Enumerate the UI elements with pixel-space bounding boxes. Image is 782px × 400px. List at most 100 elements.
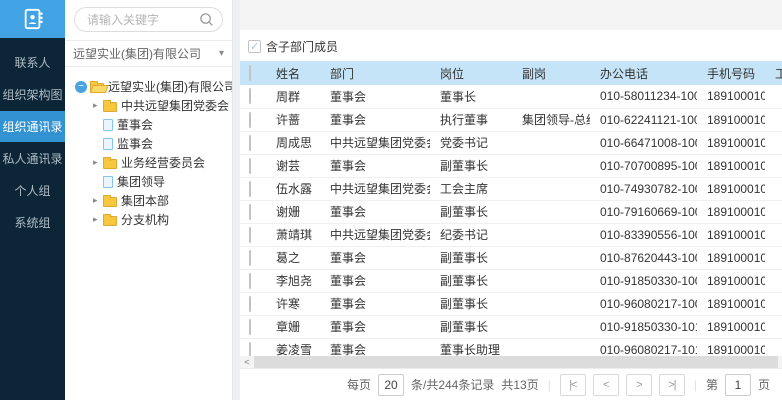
cell-sub-position <box>512 246 590 269</box>
cell-position: 工会主席 <box>430 177 512 200</box>
cell-department: 中共远望集团党委会/纪委 <box>320 223 430 246</box>
cell-mobile: 18910001009 <box>697 292 765 315</box>
tree-node[interactable]: ▸ 分支机构 <box>75 210 228 229</box>
cell-position: 副董事长 <box>430 154 512 177</box>
folder-icon <box>103 216 117 226</box>
tree-node[interactable]: 董事会 <box>75 115 228 134</box>
sidebar-item-label: 系统组 <box>14 214 50 231</box>
tree-root-label: 远望实业(集团)有限公司 <box>108 78 232 95</box>
include-subdept-checkbox[interactable] <box>248 40 261 53</box>
company-dropdown[interactable]: 远望实业(集团)有限公司 ▾ <box>65 40 232 67</box>
cell-workplace <box>765 223 782 246</box>
column-header: 姓名 <box>266 61 320 85</box>
app-logo[interactable] <box>0 0 65 38</box>
expand-arrow-icon[interactable]: ▸ <box>93 195 103 206</box>
per-page-input[interactable]: 20 <box>378 374 404 396</box>
column-header: 副岗 <box>512 61 590 85</box>
table-row[interactable]: 周成思 中共远望集团党委会/党委... 党委书记 010-66471008-10… <box>240 131 782 154</box>
prev-page-button[interactable]: < <box>593 374 619 396</box>
row-checkbox[interactable] <box>249 319 251 335</box>
cell-name: 章姗 <box>266 315 320 338</box>
cell-position: 副董事长 <box>430 315 512 338</box>
table-row[interactable]: 章姗 董事会 副董事长 010-91850330-1010 1891000101… <box>240 315 782 338</box>
sidebar-item-org-chart[interactable]: 组织架构图 <box>0 79 65 110</box>
member-list-panel: 含子部门成员 姓名部门岗位副岗办公电话手机号码工作地 周群 董事会 <box>240 0 782 400</box>
cell-department: 董事会 <box>320 246 430 269</box>
row-checkbox[interactable] <box>249 135 251 151</box>
include-subdept-label: 含子部门成员 <box>266 38 338 55</box>
expand-arrow-icon[interactable]: ▸ <box>93 100 103 111</box>
table-row[interactable]: 谢芸 董事会 副董事长 010-70700895-1003 1891000100… <box>240 154 782 177</box>
tree-node[interactable]: 集团领导 <box>75 172 228 191</box>
table-row[interactable]: 周群 董事会 董事长 010-58011234-1000 18910001000 <box>240 85 782 108</box>
sidebar-menu: 联系人 组织架构图 组织通讯录 私人通讯录 个人组 系统组 <box>0 38 65 238</box>
tree-node[interactable]: ▸ 中共远望集团党委会 <box>75 96 228 115</box>
table-row[interactable]: 许寒 董事会 副董事长 010-96080217-1009 1891000100… <box>240 292 782 315</box>
search-area <box>65 0 232 40</box>
table-row[interactable]: 伍水露 中共远望集团党委会/工会... 工会主席 010-74930782-10… <box>240 177 782 200</box>
tree-node[interactable]: ▸ 集团本部 <box>75 191 228 210</box>
row-checkbox[interactable] <box>249 112 251 128</box>
tree-children: ▸ 中共远望集团党委会 董事会 监事会 ▸ <box>75 96 228 229</box>
cell-position: 副董事长 <box>430 292 512 315</box>
expand-arrow-icon[interactable]: ▸ <box>93 157 103 168</box>
row-checkbox[interactable] <box>249 296 251 312</box>
cell-name: 许寒 <box>266 292 320 315</box>
cell-sub-position <box>512 223 590 246</box>
expand-arrow-icon[interactable]: ▸ <box>93 214 103 225</box>
next-page-button[interactable]: > <box>626 374 652 396</box>
table-row[interactable]: 萧靖琪 中共远望集团党委会/纪委 纪委书记 010-83390556-1006 … <box>240 223 782 246</box>
sidebar-item-label: 组织通讯录 <box>2 118 62 135</box>
main-top-strip <box>240 0 782 30</box>
cell-department: 董事会 <box>320 85 430 108</box>
tree-node-label: 中共远望集团党委会 <box>121 97 229 114</box>
horizontal-scrollbar[interactable]: < <box>240 356 782 368</box>
column-header: 岗位 <box>430 61 512 85</box>
table-row[interactable]: 葛之 董事会 副董事长 010-87620443-1007 1891000100… <box>240 246 782 269</box>
page-number-input[interactable]: 1 <box>725 374 751 396</box>
row-checkbox[interactable] <box>249 204 251 220</box>
tree-node[interactable]: ▸ 业务经营委员会 <box>75 153 228 172</box>
sidebar-item-label: 个人组 <box>14 182 50 199</box>
cell-name: 萧靖琪 <box>266 223 320 246</box>
sidebar-item-system-group[interactable]: 系统组 <box>0 207 65 238</box>
cell-name: 葛之 <box>266 246 320 269</box>
cell-department: 董事会 <box>320 108 430 131</box>
select-all-checkbox[interactable] <box>249 65 251 81</box>
row-checkbox[interactable] <box>249 88 251 104</box>
scrollbar-thumb[interactable] <box>254 356 778 368</box>
sidebar-item-label: 组织架构图 <box>2 86 62 103</box>
cell-department: 董事会 <box>320 154 430 177</box>
row-checkbox[interactable] <box>249 181 251 197</box>
cell-position: 执行董事 <box>430 108 512 131</box>
sidebar-item-contacts[interactable]: 联系人 <box>0 47 65 78</box>
tree-root-node[interactable]: − 远望实业(集团)有限公司 <box>75 77 228 96</box>
sidebar-item-private-directory[interactable]: 私人通讯录 <box>0 143 65 174</box>
scroll-left-icon[interactable]: < <box>240 356 254 368</box>
table-row[interactable]: 许蔷 董事会 执行董事 集团领导-总经理 010-62241121-1001 1… <box>240 108 782 131</box>
collapse-minus-icon[interactable]: − <box>75 81 87 93</box>
column-header: 部门 <box>320 61 430 85</box>
search-icon[interactable] <box>199 12 214 27</box>
tree-node-label: 分支机构 <box>121 211 169 228</box>
row-checkbox[interactable] <box>249 273 251 289</box>
sidebar-item-personal-group[interactable]: 个人组 <box>0 175 65 206</box>
tree-node[interactable]: 监事会 <box>75 134 228 153</box>
cell-position: 党委书记 <box>430 131 512 154</box>
sidebar-item-org-directory[interactable]: 组织通讯录 <box>0 111 65 142</box>
cell-office-phone: 010-58011234-1000 <box>590 85 697 108</box>
cell-mobile: 18910001010 <box>697 315 765 338</box>
row-checkbox[interactable] <box>249 227 251 243</box>
cell-sub-position <box>512 269 590 292</box>
table-row[interactable]: 李旭尧 董事会 副董事长 010-91850330-1008 189100010… <box>240 269 782 292</box>
address-book-icon <box>22 8 44 30</box>
last-page-button[interactable]: >| <box>659 374 685 396</box>
page-prefix-label: 第 <box>706 376 718 393</box>
cell-workplace <box>765 200 782 223</box>
first-page-button[interactable]: |< <box>560 374 586 396</box>
table-row[interactable]: 谢姗 董事会 副董事长 010-79160669-1005 1891000100… <box>240 200 782 223</box>
cell-name: 谢姗 <box>266 200 320 223</box>
cell-workplace <box>765 177 782 200</box>
row-checkbox[interactable] <box>249 158 251 174</box>
row-checkbox[interactable] <box>249 250 251 266</box>
